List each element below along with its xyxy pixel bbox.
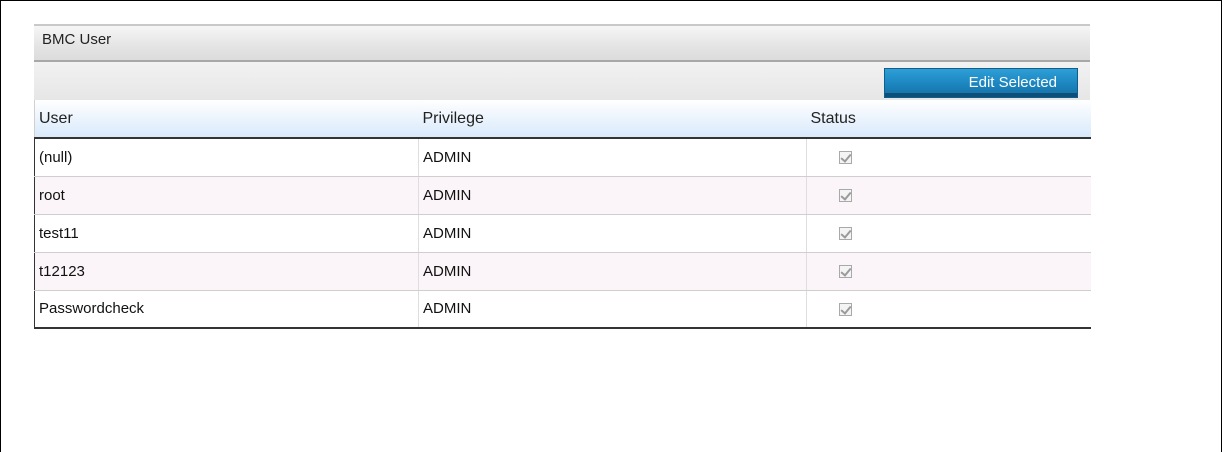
panel-toolbar: Edit Selected (34, 62, 1090, 100)
column-header-privilege[interactable]: Privilege (418, 100, 807, 139)
status-cell (806, 214, 1091, 253)
checkbox-checked-disabled-icon (839, 227, 852, 241)
table-row[interactable]: root ADMIN (34, 176, 1091, 215)
privilege-cell: ADMIN (418, 252, 807, 291)
column-header-user[interactable]: User (34, 100, 419, 139)
user-cell: t12123 (34, 252, 419, 291)
status-cell (806, 290, 1091, 329)
table-row[interactable]: (null) ADMIN (34, 138, 1091, 177)
user-cell: root (34, 176, 419, 215)
panel-title: BMC User (34, 24, 1090, 62)
checkbox-checked-disabled-icon (839, 189, 852, 203)
user-cell: test11 (34, 214, 419, 253)
checkbox-checked-disabled-icon (839, 151, 852, 165)
status-cell (806, 138, 1091, 177)
privilege-cell: ADMIN (418, 214, 807, 253)
table-row[interactable]: t12123 ADMIN (34, 252, 1091, 291)
column-header-status[interactable]: Status (806, 100, 1091, 139)
table-header-row: User Privilege Status (34, 100, 1091, 139)
edit-selected-label: Edit Selected (968, 74, 1057, 91)
button-shadow (885, 93, 1077, 97)
edit-selected-button[interactable]: Edit Selected (884, 68, 1078, 98)
user-cell: Passwordcheck (34, 290, 419, 329)
privilege-cell: ADMIN (418, 176, 807, 215)
checkbox-checked-disabled-icon (839, 302, 852, 316)
checkbox-checked-disabled-icon (839, 265, 852, 279)
status-cell (806, 252, 1091, 291)
bmc-user-panel: BMC User Edit Selected User Privilege St… (34, 24, 1091, 329)
privilege-cell: ADMIN (418, 290, 807, 329)
user-cell: (null) (34, 138, 419, 177)
table-row[interactable]: Passwordcheck ADMIN (34, 290, 1091, 329)
privilege-cell: ADMIN (418, 138, 807, 177)
table-row[interactable]: test11 ADMIN (34, 214, 1091, 253)
status-cell (806, 176, 1091, 215)
users-table: User Privilege Status (null) ADMIN root … (34, 100, 1091, 329)
